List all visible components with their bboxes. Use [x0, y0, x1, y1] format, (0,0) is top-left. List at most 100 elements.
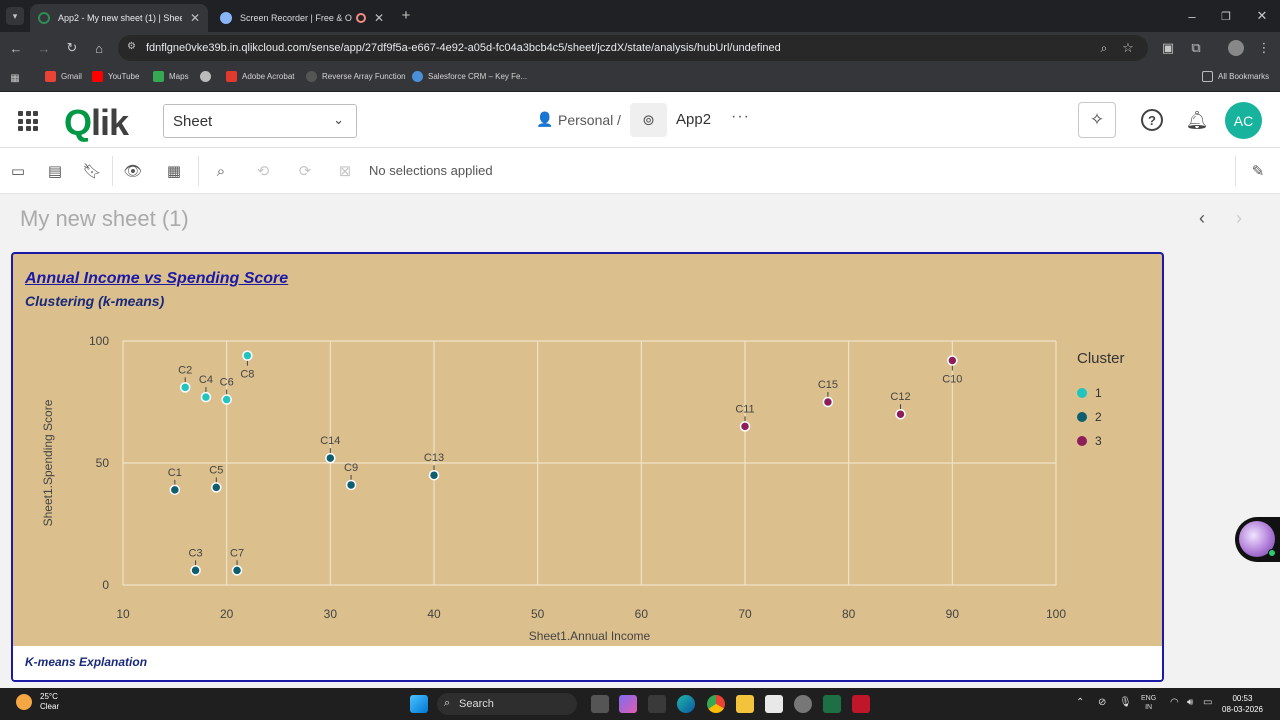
data-point-c6[interactable] — [221, 394, 232, 405]
bookmark-globe[interactable] — [200, 71, 216, 82]
home-icon[interactable]: ⌂ — [91, 40, 107, 56]
layout-grid-icon[interactable]: ▦ — [164, 161, 184, 181]
previous-sheet-icon[interactable]: ‹ — [1199, 208, 1205, 229]
edge-icon[interactable] — [677, 695, 695, 713]
breadcrumb-personal[interactable]: Personal — [558, 112, 613, 128]
minimize-icon[interactable]: – — [1184, 8, 1200, 24]
legend-swatch — [1077, 412, 1087, 422]
bookmark-gmail[interactable]: Gmail — [45, 71, 82, 82]
copilot-icon[interactable] — [619, 695, 637, 713]
data-point-c9[interactable] — [345, 479, 357, 491]
tab-title: Screen Recorder | Free & Online — [240, 13, 352, 23]
toggle-properties-icon[interactable]: ▤ — [45, 161, 65, 181]
antivirus-icon[interactable] — [852, 695, 870, 713]
data-point-c8[interactable] — [242, 350, 253, 361]
assistant-bubble[interactable] — [1235, 517, 1280, 562]
clear-selections-icon[interactable]: ⊠ — [335, 161, 355, 181]
wifi-icon[interactable]: ◠ — [1170, 697, 1179, 708]
legend-item-3[interactable]: 3 — [1077, 434, 1102, 448]
close-window-icon[interactable]: ✕ — [1254, 8, 1270, 24]
kmeans-explanation-label[interactable]: K-means Explanation — [25, 655, 147, 669]
data-point-c10[interactable] — [947, 355, 958, 366]
qlik-logo[interactable]: Qlik — [64, 102, 129, 144]
scatter-plot[interactable]: 10 20 30 40 50 60 70 80 90 100 0 50 100 Sheet1.Annual… — [13, 254, 1162, 646]
system-clock[interactable]: 00:53 08-03-2026 — [1222, 693, 1263, 715]
weather-sun-icon — [16, 694, 32, 710]
bookmark-adobe-acrobat[interactable]: Adobe Acrobat — [226, 71, 294, 82]
help-icon[interactable]: ? — [1141, 109, 1163, 131]
data-point-c4[interactable] — [200, 391, 212, 403]
tab-screen-recorder[interactable]: Screen Recorder | Free & Online ✕ — [212, 4, 392, 32]
step-forward-icon[interactable]: ⟳ — [295, 161, 315, 181]
volume-icon[interactable]: 🔊︎ — [1187, 697, 1193, 708]
data-point-c15[interactable] — [822, 396, 834, 408]
store-icon[interactable] — [648, 695, 666, 713]
site-settings-icon[interactable]: ⚙ — [127, 41, 136, 52]
file-explorer-icon[interactable] — [736, 695, 754, 713]
new-tab-icon[interactable]: + — [398, 7, 414, 24]
search-icon: ⌕ — [444, 697, 451, 709]
app-launcher-icon[interactable] — [18, 111, 38, 131]
more-options-icon[interactable]: ··· — [731, 108, 750, 126]
battery-icon[interactable]: ▭ — [1203, 697, 1212, 708]
back-icon[interactable]: ← — [8, 40, 24, 56]
data-point-c5[interactable] — [211, 482, 222, 493]
legend-label: 3 — [1095, 434, 1102, 448]
preview-eye-icon[interactable]: 👁︎ — [123, 161, 143, 181]
restore-icon[interactable]: ❐ — [1218, 8, 1234, 24]
smart-search-icon[interactable]: ⌕ — [211, 161, 231, 181]
data-point-c1[interactable] — [169, 484, 181, 496]
toggle-assets-panel-icon[interactable]: ▭ — [8, 161, 28, 181]
microphone-icon[interactable]: 🎙︎ — [1119, 697, 1132, 708]
edit-pencil-icon[interactable]: ✎ — [1248, 161, 1268, 181]
bookmark-youtube[interactable]: YouTube — [92, 71, 139, 82]
app-name[interactable]: App2 — [676, 111, 711, 128]
tab-search-icon[interactable]: ▾ — [6, 7, 24, 25]
menu-icon[interactable]: ⋮ — [1258, 40, 1271, 56]
bookmark-salesforce[interactable]: Salesforce CRM – Key Fe... — [412, 71, 527, 82]
step-back-icon[interactable]: ⟲ — [253, 161, 273, 181]
language-indicator[interactable]: ENG IN — [1141, 694, 1156, 712]
notifications-bell-icon[interactable]: 🔔︎ — [1186, 109, 1209, 131]
legend-item-2[interactable]: 2 — [1077, 410, 1102, 424]
close-tab-icon[interactable]: ✕ — [190, 11, 200, 25]
profile-icon[interactable] — [1228, 40, 1244, 56]
bookmark-reverse-array[interactable]: Reverse Array Function — [306, 71, 406, 82]
all-bookmarks[interactable]: All Bookmarks — [1202, 71, 1269, 82]
insight-advisor-button[interactable]: ✧ — [1078, 102, 1116, 138]
next-sheet-icon[interactable]: › — [1236, 208, 1242, 229]
task-view-icon[interactable] — [591, 695, 609, 713]
chrome-icon[interactable] — [707, 695, 725, 713]
user-avatar[interactable]: AC — [1225, 102, 1262, 139]
data-point-c11[interactable] — [739, 421, 751, 432]
bookmark-star-icon[interactable]: ☆ — [1120, 40, 1136, 56]
url-field[interactable]: ⚙ fdnflgne0vke39b.in.qlikcloud.com/sense… — [118, 35, 1148, 61]
legend-item-1[interactable]: 1 — [1077, 386, 1102, 400]
zoom-icon[interactable]: ⌕ — [1096, 40, 1112, 56]
taskbar-search[interactable]: ⌕ Search — [437, 693, 577, 715]
excel-icon[interactable] — [823, 695, 841, 713]
data-point-c7[interactable] — [231, 565, 243, 576]
apps-icon[interactable]: ▦ — [8, 71, 22, 85]
windows-start-icon[interactable] — [410, 695, 428, 713]
puzzle-icon[interactable]: ⧉ — [1188, 40, 1204, 56]
data-point-c12[interactable] — [895, 408, 906, 420]
tab-qlik-app[interactable]: App2 - My new sheet (1) | Sheet - Qlik ✕ — [30, 4, 208, 32]
weather-widget[interactable]: 25°C Clear — [16, 692, 59, 712]
extension-icon[interactable]: ▣ — [1160, 40, 1176, 56]
settings-icon[interactable] — [794, 695, 812, 713]
reload-icon[interactable]: ↻ — [64, 40, 80, 56]
data-point-c13[interactable] — [428, 469, 440, 481]
bookmark-maps[interactable]: Maps — [153, 71, 189, 82]
tray-chevron-icon[interactable]: ⌃ — [1076, 697, 1084, 708]
ms-store-icon[interactable] — [765, 695, 783, 713]
data-point-c2[interactable] — [179, 382, 191, 393]
bookmark-icon[interactable]: 🔖︎ — [82, 161, 102, 181]
data-point-c14[interactable] — [325, 452, 336, 464]
scatter-chart-panel[interactable]: Annual Income vs Spending Score Clusteri… — [11, 252, 1164, 682]
forward-icon[interactable]: → — [36, 40, 52, 56]
close-tab-icon[interactable]: ✕ — [374, 11, 384, 25]
data-point-c3[interactable] — [190, 565, 201, 576]
sheet-dropdown[interactable]: Sheet ⌄ — [163, 104, 357, 138]
tray-app-icon[interactable]: ⊘ — [1098, 697, 1106, 708]
